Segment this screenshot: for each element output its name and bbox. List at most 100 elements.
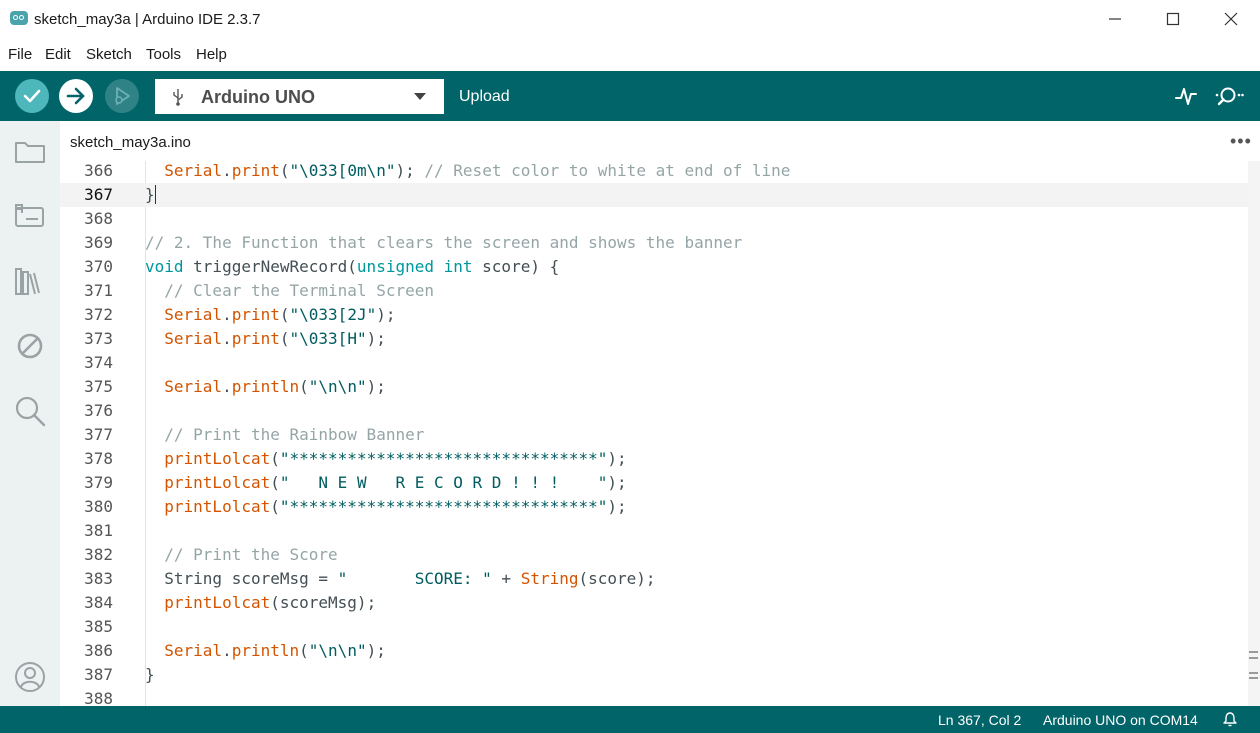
code-line[interactable]: 368 [60,207,1248,231]
sketchbook-button[interactable] [13,134,47,168]
profile-button[interactable] [13,660,47,694]
more-options-icon[interactable]: ••• [1230,131,1252,152]
code-text: printLolcat(scoreMsg); [164,593,377,612]
line-number: 381 [84,521,113,540]
code-text: String scoreMsg = " SCORE: " + String(sc… [145,569,656,588]
line-number: 368 [84,209,113,228]
scroll-marker [1249,677,1258,679]
code-line[interactable]: 388 [60,687,1248,706]
serial-plotter-button[interactable] [1169,79,1203,113]
notification-bell-icon[interactable] [1222,711,1238,727]
code-text: void triggerNewRecord(unsigned int score… [145,257,560,276]
profile-icon [15,662,45,692]
maximize-button[interactable] [1144,0,1202,38]
line-number: 371 [84,281,113,300]
code-line[interactable]: 367} [60,183,1248,207]
menu-sketch[interactable]: Sketch [86,46,132,63]
line-number: 377 [84,425,113,444]
code-text: Serial.println("\n\n"); [164,377,386,396]
code-text: Serial.print("\033[H"); [164,329,386,348]
activity-sidebar [0,121,60,706]
line-number: 370 [84,257,113,276]
code-line[interactable]: 379 printLolcat(" N E W R E C O R D ! ! … [60,471,1248,495]
chevron-down-icon [414,93,426,100]
maximize-icon [1166,12,1180,26]
code-line[interactable]: 382 // Print the Score [60,543,1248,567]
debug-button[interactable] [105,79,139,113]
verify-button[interactable] [15,79,49,113]
code-text: Serial.print("\033[2J"); [164,305,396,324]
minimize-button[interactable] [1086,0,1144,38]
line-number: 383 [84,569,113,588]
close-icon [1224,12,1238,26]
code-line[interactable]: 376 [60,399,1248,423]
title-bar: sketch_may3a | Arduino IDE 2.3.7 [0,0,1260,38]
code-line[interactable]: 378 printLolcat("***********************… [60,447,1248,471]
cursor-position[interactable]: Ln 367, Col 2 [938,712,1021,728]
code-line[interactable]: 387} [60,663,1248,687]
menu-tools[interactable]: Tools [146,46,181,63]
code-line[interactable]: 371 // Clear the Terminal Screen [60,279,1248,303]
arduino-logo-icon [10,11,28,25]
boards-manager-button[interactable] [13,199,47,233]
line-number: 374 [84,353,113,372]
code-text: printLolcat("***************************… [164,449,627,468]
tab-sketch-file[interactable]: sketch_may3a.ino [60,121,210,161]
window-title: sketch_may3a | Arduino IDE 2.3.7 [34,11,261,28]
line-number: 388 [84,689,113,706]
code-line[interactable]: 375 Serial.println("\n\n"); [60,375,1248,399]
board-name: Arduino UNO [201,87,315,107]
line-number: 372 [84,305,113,324]
scroll-marker [1249,657,1258,659]
serial-monitor-button[interactable] [1212,79,1246,113]
debug-icon [115,87,130,105]
code-line[interactable]: 380 printLolcat("***********************… [60,495,1248,519]
code-line[interactable]: 370 void triggerNewRecord(unsigned int sc… [60,255,1248,279]
board-selector[interactable]: Arduino UNO [155,79,444,114]
serial-monitor-icon [1215,87,1244,106]
debug-disabled-icon [17,333,43,359]
code-line[interactable]: 384 printLolcat(scoreMsg); [60,591,1248,615]
code-line[interactable]: 369 // 2. The Function that clears the sc… [60,231,1248,255]
code-line[interactable]: 372 Serial.print("\033[2J"); [60,303,1248,327]
code-line[interactable]: 366 Serial.print("\033[0m\n"); // Reset … [60,161,1248,183]
line-number: 366 [84,161,113,180]
code-text: // Clear the Terminal Screen [164,281,434,300]
upload-hover-label: Upload [459,88,510,105]
code-line[interactable]: 373 Serial.print("\033[H"); [60,327,1248,351]
line-number: 384 [84,593,113,612]
code-text: Serial.println("\n\n"); [164,641,386,660]
code-line[interactable]: 377 // Print the Rainbow Banner [60,423,1248,447]
code-text: Serial.print("\033[0m\n"); // Reset colo… [164,161,791,180]
search-icon [15,396,46,427]
connected-board-status[interactable]: Arduino UNO on COM14 [1043,712,1198,728]
code-text: // 2. The Function that clears the scree… [145,233,743,252]
code-text: printLolcat("***************************… [164,497,627,516]
scroll-marker [1249,672,1258,674]
code-line[interactable]: 386 Serial.println("\n\n"); [60,639,1248,663]
line-number: 385 [84,617,113,636]
text-cursor [154,185,156,204]
menu-help[interactable]: Help [196,46,227,63]
code-editor[interactable]: 366 Serial.print("\033[0m\n"); // Reset … [60,161,1248,706]
search-button[interactable] [13,394,47,428]
menu-edit[interactable]: Edit [45,46,71,63]
line-number: 386 [84,641,113,660]
upload-button[interactable] [59,79,93,113]
code-line[interactable]: 381 [60,519,1248,543]
editor-tab-strip: sketch_may3a.ino ••• [60,121,1260,161]
code-text: } [145,665,155,684]
debug-panel-button[interactable] [13,329,47,363]
verify-icon [23,89,41,103]
code-line[interactable]: 374 [60,351,1248,375]
menu-bar: File Edit Sketch Tools Help [0,38,1260,70]
menu-file[interactable]: File [8,46,32,63]
line-number: 375 [84,377,113,396]
code-line[interactable]: 385 [60,615,1248,639]
scroll-marker [1249,651,1258,653]
close-button[interactable] [1202,0,1260,38]
line-number: 367 [84,185,113,204]
editor-scrollbar[interactable] [1248,161,1260,706]
library-manager-button[interactable] [13,264,47,298]
code-line[interactable]: 383 String scoreMsg = " SCORE: " + Strin… [60,567,1248,591]
